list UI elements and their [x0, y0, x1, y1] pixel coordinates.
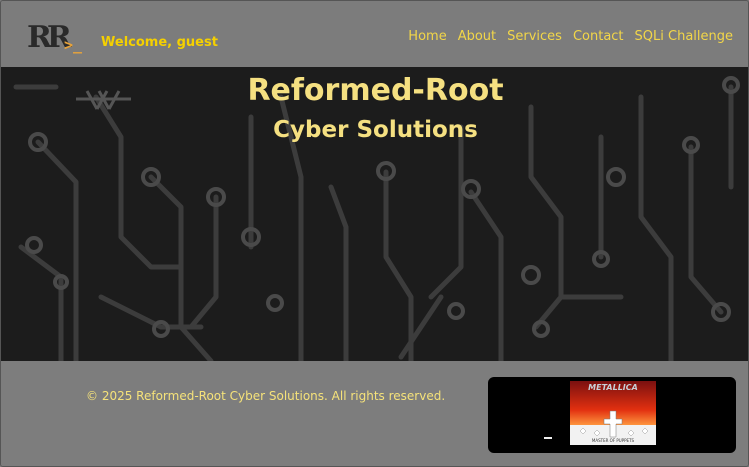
- terminal-prompt-icon: >_: [64, 36, 83, 54]
- copyright-text: © 2025 Reformed-Root Cyber Solutions. Al…: [86, 389, 446, 403]
- hero-subtitle: Cyber Solutions: [273, 117, 478, 143]
- welcome-message: Welcome, guest: [101, 35, 218, 50]
- browser-viewport: RR >_ Welcome, guest Home About Services…: [0, 0, 749, 467]
- main-nav: Home About Services Contact SQLi Challen…: [408, 29, 733, 45]
- site-logo[interactable]: RR >_: [27, 21, 87, 59]
- album-band-logo: METALLICA: [588, 383, 638, 392]
- album-cover: METALLICA MASTER OF PUPPETS: [570, 381, 656, 445]
- hero-title: Reformed-Root: [247, 73, 504, 108]
- hero-banner: Reformed-Root Cyber Solutions: [1, 67, 748, 361]
- site-header: RR >_ Welcome, guest Home About Services…: [1, 1, 748, 67]
- album-title: MASTER OF PUPPETS: [591, 438, 635, 443]
- nav-about-link[interactable]: About: [458, 29, 496, 45]
- nav-home-link[interactable]: Home: [408, 29, 446, 45]
- music-player[interactable]: METALLICA MASTER OF PUPPETS: [488, 377, 736, 453]
- circuit-board-background: [13, 76, 740, 361]
- nav-sqli-challenge-link[interactable]: SQLi Challenge: [635, 29, 733, 45]
- nav-services-link[interactable]: Services: [507, 29, 562, 45]
- logo-letters: RR: [27, 20, 72, 55]
- player-control[interactable]: [544, 437, 552, 439]
- site-footer: © 2025 Reformed-Root Cyber Solutions. Al…: [1, 361, 748, 466]
- nav-contact-link[interactable]: Contact: [573, 29, 624, 45]
